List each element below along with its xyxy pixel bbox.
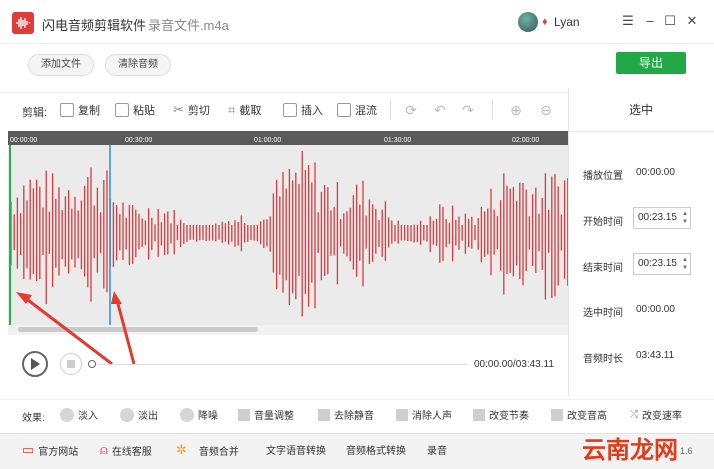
fade-out-button[interactable]: 淡出 (120, 407, 158, 422)
fade-in-icon (60, 407, 74, 422)
change-pitch-button[interactable]: 改变音高 (551, 407, 607, 422)
pitch-icon (551, 408, 563, 421)
tempo-icon (473, 408, 485, 421)
version-label: 1.6 (680, 446, 693, 456)
format-convert-link[interactable]: 音频格式转换 (346, 442, 406, 457)
denoise-button[interactable]: 降噪 (180, 407, 218, 422)
remove-vocals-button[interactable]: 消除人声 (396, 407, 452, 422)
fade-in-button[interactable]: 淡入 (60, 407, 98, 422)
playback-time-readout: 00:00.00/03:43.11 (474, 359, 554, 370)
seek-track[interactable] (98, 364, 468, 365)
record-link[interactable]: 录音 (427, 442, 447, 457)
remove-silence-button[interactable]: 去除静音 (318, 407, 374, 422)
monitor-icon: ▭ (22, 442, 35, 457)
merge-link[interactable]: ✲ 音频合并 (176, 442, 239, 458)
seek-handle[interactable] (88, 360, 96, 368)
volume-button[interactable]: 音量调整 (238, 407, 294, 422)
annotation-arrowhead-right (111, 291, 122, 304)
play-icon (31, 358, 40, 370)
vocals-icon (396, 408, 408, 421)
tts-link[interactable]: 文字语音转换 (266, 442, 326, 457)
denoise-icon (180, 407, 194, 422)
effects-label: 效果: (22, 413, 45, 424)
volume-icon (238, 408, 250, 421)
fade-out-icon (120, 407, 134, 422)
annotation-arrow-right (115, 299, 136, 365)
change-speed-button[interactable]: ⤮ 改变速率 (630, 407, 682, 422)
headset-icon: ⍝ (100, 442, 108, 457)
watermark: 云南龙网 (582, 436, 678, 464)
official-site-link[interactable]: ▭ 官方网站 (22, 442, 78, 458)
shuffle-icon: ⤮ (630, 409, 638, 420)
gear-icon: ✲ (176, 442, 187, 457)
support-link[interactable]: ⍝ 在线客服 (100, 442, 152, 458)
mute-icon (318, 408, 330, 421)
stop-icon (67, 360, 75, 368)
change-tempo-button[interactable]: 改变节奏 (473, 407, 529, 422)
